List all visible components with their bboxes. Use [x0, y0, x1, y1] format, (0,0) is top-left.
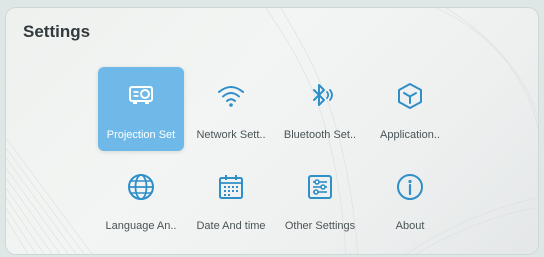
tile-label: Projection Set	[106, 129, 176, 141]
sliders-icon	[305, 172, 335, 202]
projector-icon	[126, 81, 156, 111]
tile-applications[interactable]: Application..	[367, 67, 453, 151]
tile-about[interactable]: About	[367, 158, 453, 242]
tile-label: Language An..	[105, 220, 177, 232]
tile-label: Application..	[380, 129, 440, 141]
info-icon	[395, 172, 425, 202]
wifi-icon	[216, 81, 246, 111]
bluetooth-icon	[305, 81, 335, 111]
tile-date-and-time[interactable]: Date And time	[188, 158, 274, 242]
settings-screen: Settings Projection Set Network Sett.. B…	[6, 8, 538, 254]
tile-label: Other Settings	[284, 220, 356, 232]
calendar-icon	[216, 172, 246, 202]
globe-icon	[126, 172, 156, 202]
tile-label: Date And time	[196, 220, 266, 232]
tile-language-and-input[interactable]: Language An..	[98, 158, 184, 242]
tile-label: Network Sett..	[196, 129, 266, 141]
tile-label: Bluetooth Set..	[283, 129, 357, 141]
tile-other-settings[interactable]: Other Settings	[277, 158, 363, 242]
tile-projection-set[interactable]: Projection Set	[98, 67, 184, 151]
page-title: Settings	[23, 22, 91, 41]
tile-label: About	[395, 220, 425, 232]
tile-network-settings[interactable]: Network Sett..	[188, 67, 274, 151]
cube-icon	[395, 81, 425, 111]
tile-bluetooth-settings[interactable]: Bluetooth Set..	[277, 67, 363, 151]
